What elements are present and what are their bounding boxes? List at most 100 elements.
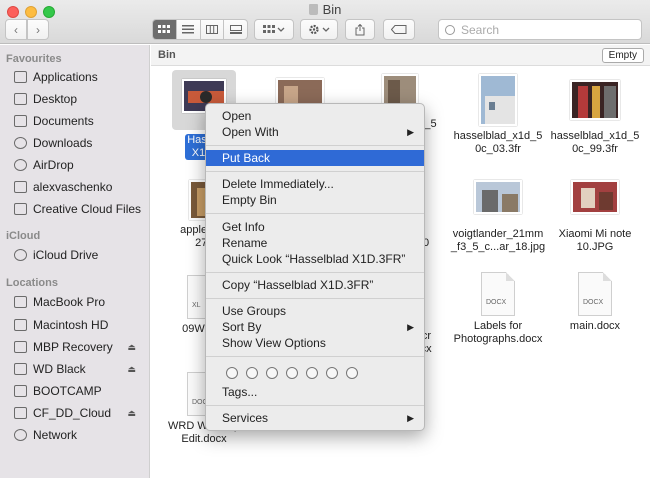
file-name: Labels for Photographs.docx: [448, 320, 548, 346]
sidebar-item-label: WD Black: [33, 362, 86, 376]
tag-color-circle[interactable]: [326, 367, 338, 379]
tag-icon: [391, 25, 407, 34]
tag-color-circle[interactable]: [346, 367, 358, 379]
action-button[interactable]: [300, 19, 338, 40]
path-bar: Bin Empty: [151, 45, 650, 66]
tag-color-circle[interactable]: [266, 367, 278, 379]
file-name-line1: voigtlander_21mm: [452, 228, 544, 240]
back-button[interactable]: ‹: [5, 19, 27, 40]
document-file-icon: DOCX: [481, 272, 515, 316]
search-icon: [445, 24, 455, 35]
sidebar-item-label: MacBook Pro: [33, 295, 106, 309]
sidebar-item-label: AirDrop: [33, 158, 74, 172]
menu-separator: [206, 171, 424, 172]
downloads-icon: [14, 137, 27, 149]
eject-icon[interactable]: ⏏: [127, 342, 136, 353]
search-field[interactable]: Search: [438, 19, 642, 40]
photo-thumbnail: [571, 180, 619, 214]
sidebar-item-label: Desktop: [33, 92, 78, 106]
tag-button[interactable]: [383, 19, 415, 40]
sidebar-item-creative-cloud[interactable]: Creative Cloud Files: [14, 199, 146, 219]
eject-icon[interactable]: ⏏: [127, 364, 136, 375]
icon-view-button[interactable]: [153, 20, 177, 39]
menu-separator: [206, 298, 424, 299]
menu-item-put-back[interactable]: Put Back: [206, 150, 424, 166]
menu-item-label: Quick Look “Hasselblad X1D.3FR”: [222, 252, 406, 266]
bin-icon: [308, 4, 318, 15]
sidebar-item-icloud-drive[interactable]: iCloud Drive: [14, 245, 146, 265]
gallery-view-button[interactable]: [224, 20, 247, 39]
file-name-line1: hasselblad_x1d_5: [550, 130, 640, 142]
forward-button[interactable]: ›: [27, 19, 49, 40]
column-view-button[interactable]: [201, 20, 225, 39]
file-item-hasselblad-03[interactable]: hasselblad_x1d_5 0c_03.3fr: [448, 74, 548, 156]
menu-item-open-with[interactable]: Open With ▶: [206, 124, 424, 140]
tag-color-circle[interactable]: [286, 367, 298, 379]
empty-bin-button[interactable]: Empty: [601, 48, 644, 63]
file-item-main-docx[interactable]: DOCX main.docx: [545, 272, 645, 333]
file-type-tag: DOCX: [583, 299, 604, 306]
menu-item-copy[interactable]: Copy “Hasselblad X1D.3FR”: [206, 277, 424, 293]
list-icon: [182, 25, 195, 34]
menu-item-label: Get Info: [222, 220, 265, 234]
share-button[interactable]: [345, 19, 375, 40]
menu-item-delete-immediately[interactable]: Delete Immediately...: [206, 176, 424, 192]
context-menu: Open Open With ▶ Put Back Delete Immediat…: [205, 103, 425, 431]
file-item-hasselblad-99[interactable]: hasselblad_x1d_5 0c_99.3fr: [545, 80, 645, 156]
tag-color-circle[interactable]: [306, 367, 318, 379]
hard-drive-icon: [14, 385, 27, 397]
search-placeholder: Search: [461, 22, 500, 37]
location-label: Bin: [158, 49, 176, 61]
sidebar-item-wd-black[interactable]: WD Black ⏏: [14, 359, 146, 379]
sidebar-item-home[interactable]: alexvaschenko: [14, 177, 146, 197]
sidebar-item-documents[interactable]: Documents: [14, 111, 146, 131]
menu-item-label: Use Groups: [222, 304, 287, 318]
sidebar-item-cf-dd-cloud[interactable]: CF_DD_Cloud ⏏: [14, 403, 146, 423]
file-name: Xiaomi Mi note 10.JPG: [545, 228, 645, 254]
menu-item-rename[interactable]: Rename: [206, 235, 424, 251]
menu-item-empty-bin[interactable]: Empty Bin: [206, 192, 424, 208]
menu-item-tags[interactable]: Tags...: [206, 384, 424, 400]
group-button[interactable]: [254, 19, 294, 40]
sidebar-item-label: Downloads: [33, 136, 93, 150]
menu-item-use-groups[interactable]: Use Groups: [206, 303, 424, 319]
sidebar-item-macintosh-hd[interactable]: Macintosh HD: [14, 315, 146, 335]
menu-item-show-view-options[interactable]: Show View Options: [206, 335, 424, 351]
sidebar-item-bootcamp[interactable]: BOOTCAMP: [14, 381, 146, 401]
sidebar-item-downloads[interactable]: Downloads: [14, 133, 146, 153]
chevron-right-icon: ›: [36, 22, 40, 37]
sidebar-item-network[interactable]: Network: [14, 425, 146, 445]
file-name-line1: main.docx: [569, 320, 621, 332]
gallery-icon: [229, 25, 242, 34]
menu-item-quick-look[interactable]: Quick Look “Hasselblad X1D.3FR”: [206, 251, 424, 267]
sidebar-heading-locations: Locations: [6, 277, 58, 289]
submenu-arrow-icon: ▶: [407, 413, 414, 423]
tag-color-circle[interactable]: [226, 367, 238, 379]
menu-item-get-info[interactable]: Get Info: [206, 219, 424, 235]
file-item-xiaomi[interactable]: Xiaomi Mi note 10.JPG: [545, 180, 645, 254]
file-item-labels-docx[interactable]: DOCX Labels for Photographs.docx: [448, 272, 548, 346]
menu-item-open[interactable]: Open: [206, 108, 424, 124]
file-name-line2: 0c_99.3fr: [572, 143, 618, 155]
file-name-line2: 10.JPG: [576, 241, 614, 253]
file-name-line2: Photographs.docx: [453, 333, 543, 345]
submenu-arrow-icon: ▶: [407, 127, 414, 137]
window-title: Bin: [0, 2, 650, 17]
menu-item-label: Tags...: [222, 385, 258, 399]
sidebar-item-applications[interactable]: Applications: [14, 67, 146, 87]
sidebar-item-mbp-recovery[interactable]: MBP Recovery ⏏: [14, 337, 146, 357]
sidebar-item-airdrop[interactable]: AirDrop: [14, 155, 146, 175]
menu-item-services[interactable]: Services ▶: [206, 410, 424, 426]
photo-thumbnail: [479, 74, 517, 126]
menu-item-sort-by[interactable]: Sort By ▶: [206, 319, 424, 335]
file-item-voigtlander[interactable]: voigtlander_21mm _f3_5_c...ar_18.jpg: [448, 180, 548, 254]
menu-item-label: Services: [222, 411, 269, 425]
eject-icon[interactable]: ⏏: [127, 408, 136, 419]
sidebar-item-macbook-pro[interactable]: MacBook Pro: [14, 292, 146, 312]
tag-color-circle[interactable]: [246, 367, 258, 379]
menu-separator: [206, 213, 424, 214]
menu-separator: [206, 145, 424, 146]
sidebar-item-desktop[interactable]: Desktop: [14, 89, 146, 109]
list-view-button[interactable]: [177, 20, 201, 39]
file-name-line1: Xiaomi Mi note: [558, 228, 632, 240]
